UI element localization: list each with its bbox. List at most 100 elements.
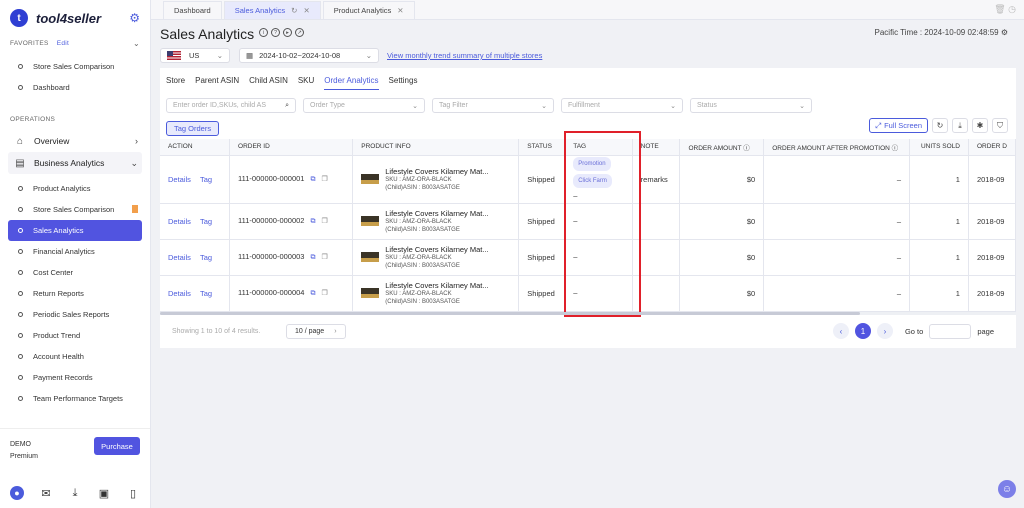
favorites-edit-link[interactable]: Edit <box>57 40 69 47</box>
prev-page-button[interactable]: ‹ <box>832 323 849 339</box>
trend-summary-link[interactable]: View monthly trend summary of multiple s… <box>387 51 542 60</box>
external-link-icon[interactable]: ⧉ <box>310 290 315 297</box>
sidebar-item-product-trend[interactable]: Product Trend <box>8 325 142 346</box>
product-thumbnail[interactable] <box>361 216 380 226</box>
country-select[interactable]: US ⌄ <box>160 48 230 63</box>
copy-icon[interactable]: ❐ <box>321 290 327 297</box>
order-type-select[interactable]: Order Type ⌄ <box>303 98 425 113</box>
mail-icon[interactable]: ✉ <box>39 486 53 500</box>
sidebar-item-periodic-sales-reports[interactable]: Periodic Sales Reports <box>8 304 142 325</box>
sidebar-fav-store-sales-comparison[interactable]: Store Sales Comparison <box>8 56 142 77</box>
fulfillment-select[interactable]: Fulfillment ⌄ <box>561 98 683 113</box>
tag-link[interactable]: Tag <box>200 289 212 298</box>
status-select[interactable]: Status ⌄ <box>690 98 812 113</box>
col-units-sold[interactable]: UNITS SOLD <box>909 139 969 156</box>
product-name[interactable]: Lifestyle Covers Kilarney Mat... <box>385 281 488 290</box>
purchase-button[interactable]: Purchase <box>94 437 140 455</box>
copy-icon[interactable]: ❐ <box>321 218 327 225</box>
info-icon[interactable]: i <box>259 28 268 37</box>
subtab-sku[interactable]: SKU <box>298 76 314 90</box>
tab-product-analytics[interactable]: Product Analytics ✕ <box>322 1 415 19</box>
bookmark-icon[interactable] <box>132 205 138 213</box>
sidebar-item-product-analytics[interactable]: Product Analytics <box>8 178 142 199</box>
play-icon[interactable]: ▸ <box>283 28 292 37</box>
search-input[interactable]: Enter order ID,SKUs, child AS ⌕ <box>166 98 296 113</box>
product-thumbnail[interactable] <box>361 174 380 184</box>
sidebar-item-cost-center[interactable]: Cost Center <box>8 262 142 283</box>
filter-button[interactable]: ⛉ <box>992 118 1008 133</box>
subtab-order-analytics[interactable]: Order Analytics <box>324 76 379 90</box>
trash-icon[interactable]: 🗑 <box>994 4 1005 14</box>
tag-link[interactable]: Tag <box>200 175 212 184</box>
sidebar-item-return-reports[interactable]: Return Reports <box>8 283 142 304</box>
horizontal-scrollbar-thumb[interactable] <box>160 312 860 315</box>
sidebar-item-payment-records[interactable]: Payment Records <box>8 367 142 388</box>
info-icon[interactable]: ⓘ <box>892 145 899 152</box>
language-icon[interactable]: ▣ <box>97 486 111 500</box>
sidebar-item-store-sales-comparison[interactable]: Store Sales Comparison <box>8 199 142 220</box>
product-name[interactable]: Lifestyle Covers Kilarney Mat... <box>385 209 488 218</box>
external-link-icon[interactable]: ⧉ <box>310 218 315 225</box>
tag-link[interactable]: Tag <box>200 217 212 226</box>
product-name[interactable]: Lifestyle Covers Kilarney Mat... <box>385 245 488 254</box>
product-name[interactable]: Lifestyle Covers Kilarney Mat... <box>385 167 488 176</box>
product-thumbnail[interactable] <box>361 288 380 298</box>
external-link-icon[interactable]: ⧉ <box>310 176 315 183</box>
export-icon[interactable]: ↗ <box>295 28 304 37</box>
subtab-store[interactable]: Store <box>166 76 185 90</box>
details-link[interactable]: Details <box>168 253 191 262</box>
page-size-select[interactable]: 10 / page › <box>286 324 346 339</box>
tag-orders-button[interactable]: Tag Orders <box>166 121 220 136</box>
external-link-icon[interactable]: ⧉ <box>310 254 315 261</box>
sidebar-item-team-performance-targets[interactable]: Team Performance Targets <box>8 388 142 409</box>
subtab-parent-asin[interactable]: Parent ASIN <box>195 76 239 90</box>
sidebar-fav-dashboard[interactable]: Dashboard <box>8 77 142 98</box>
col-order-amount-after-promotion[interactable]: ORDER AMOUNT AFTER PROMOTION ⓘ <box>763 139 911 156</box>
goto-page-input[interactable] <box>929 323 972 339</box>
tag-filter-select[interactable]: Tag Filter ⌄ <box>432 98 554 113</box>
details-link[interactable]: Details <box>168 217 191 226</box>
download-icon[interactable]: ⤓ <box>68 486 82 500</box>
avatar[interactable]: ● <box>10 486 24 500</box>
subtab-settings[interactable]: Settings <box>389 76 418 90</box>
sidebar-item-sales-analytics[interactable]: Sales Analytics <box>8 220 142 241</box>
details-link[interactable]: Details <box>168 289 191 298</box>
clock-icon[interactable]: ◷ <box>1008 4 1016 14</box>
close-icon[interactable]: ✕ <box>397 6 403 15</box>
settings-button[interactable]: ✱ <box>972 118 988 133</box>
date-range-picker[interactable]: ▦ 2024-10-02~2024-10-08 ⌄ <box>239 48 379 63</box>
copy-icon[interactable]: ❐ <box>321 176 327 183</box>
tab-dashboard[interactable]: Dashboard <box>163 1 222 19</box>
refresh-button[interactable]: ↻ <box>932 118 948 133</box>
support-chat-icon[interactable]: ☺ <box>998 480 1016 498</box>
details-link[interactable]: Details <box>168 175 191 184</box>
info-icon[interactable]: ⓘ <box>743 145 750 152</box>
tag-link[interactable]: Tag <box>200 253 212 262</box>
sidebar-item-financial-analytics[interactable]: Financial Analytics <box>8 241 142 262</box>
refresh-icon[interactable]: ↻ <box>291 6 297 15</box>
tab-sales-analytics[interactable]: Sales Analytics ↻ ✕ <box>223 1 321 19</box>
sidebar-item-account-health[interactable]: Account Health <box>8 346 142 367</box>
col-tag[interactable]: TAG <box>564 139 633 156</box>
col-status[interactable]: STATUS <box>518 139 566 156</box>
chevron-down-icon[interactable]: ⌄ <box>133 39 140 48</box>
close-icon[interactable]: ✕ <box>303 6 309 15</box>
next-page-button[interactable]: › <box>876 323 893 339</box>
tag-pill[interactable]: Click Farm <box>573 174 612 188</box>
full-screen-button[interactable]: ⤢ Full Screen <box>869 118 928 133</box>
search-icon[interactable]: ⌕ <box>285 102 289 110</box>
col-order-date[interactable]: ORDER D <box>968 139 1017 156</box>
tag-pill[interactable]: Promotion <box>573 157 611 171</box>
page-number-current[interactable]: 1 <box>854 323 871 339</box>
col-order-id[interactable]: ORDER ID <box>229 139 354 156</box>
sidebar-business-analytics[interactable]: ▤ Business Analytics ⌄ <box>8 152 142 174</box>
download-button[interactable]: ⤓ <box>952 118 968 133</box>
sidebar-overview[interactable]: ⌂ Overview › <box>8 130 142 152</box>
settings-gear-icon[interactable]: ⚙ <box>129 11 140 25</box>
col-order-amount[interactable]: ORDER AMOUNT ⓘ <box>679 139 765 156</box>
subtab-child-asin[interactable]: Child ASIN <box>249 76 288 90</box>
product-thumbnail[interactable] <box>361 252 380 262</box>
settings-icon[interactable]: ⚙ <box>1001 28 1008 37</box>
help-icon[interactable]: ? <box>271 28 280 37</box>
copy-icon[interactable]: ❐ <box>321 254 327 261</box>
